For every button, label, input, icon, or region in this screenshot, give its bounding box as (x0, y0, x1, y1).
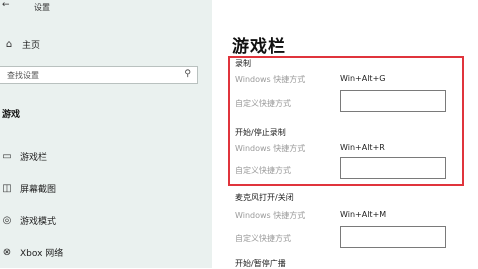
sidebar-item-game-mode[interactable]: ◎ 游戏模式 (0, 214, 56, 227)
windows-shortcut-label: Windows 快捷方式 (235, 211, 306, 220)
group-title-broadcast: 开始/暂停广播 (235, 259, 286, 268)
sidebar-section-heading: 游戏 (2, 110, 21, 120)
window-title: 设置 (34, 3, 50, 12)
search-icon[interactable]: ⚲ (184, 69, 191, 79)
sidebar-item-game-bar[interactable]: ▭ 游戏栏 (0, 150, 47, 163)
search-input[interactable]: 查找设置 ⚲ (0, 66, 198, 84)
game-mode-icon: ◎ (2, 215, 12, 226)
game-bar-icon: ▭ (2, 151, 12, 162)
custom-shortcut-label: 自定义快捷方式 (235, 166, 291, 175)
sidebar-item-label: 游戏栏 (20, 153, 48, 163)
custom-shortcut-label: 自定义快捷方式 (235, 99, 291, 108)
capture-icon: ◫ (2, 183, 12, 194)
sidebar: ← 设置 ⌂ 主页 查找设置 ⚲ 游戏 ▭ 游戏栏 ◫ 屏幕截图 ◎ 游戏模式 … (0, 0, 212, 268)
sidebar-item-xbox-network[interactable]: ⊗ Xbox 网络 (0, 246, 64, 259)
windows-shortcut-label: Windows 快捷方式 (235, 75, 306, 84)
windows-shortcut-value: Win+Alt+G (340, 74, 386, 83)
sidebar-item-label: 游戏模式 (20, 217, 57, 227)
sidebar-item-label: 主页 (22, 41, 41, 51)
custom-shortcut-field-microphone[interactable] (340, 226, 446, 248)
custom-shortcut-field-record[interactable] (340, 90, 446, 112)
sidebar-item-captures[interactable]: ◫ 屏幕截图 (0, 182, 56, 195)
sidebar-item-label: 屏幕截图 (20, 185, 57, 195)
page-title: 游戏栏 (232, 37, 286, 57)
windows-shortcut-label: Windows 快捷方式 (235, 144, 306, 153)
back-arrow-icon[interactable]: ← (2, 0, 10, 10)
sidebar-item-label: Xbox 网络 (20, 249, 64, 259)
group-title-start-stop-recording: 开始/停止录制 (235, 128, 286, 137)
custom-shortcut-label: 自定义快捷方式 (235, 234, 291, 243)
custom-shortcut-field-start-stop[interactable] (340, 157, 446, 179)
xbox-icon: ⊗ (2, 247, 12, 258)
group-title-record: 录制 (235, 59, 251, 68)
home-icon: ⌂ (5, 39, 13, 50)
sidebar-item-home[interactable]: ⌂ 主页 (2, 38, 40, 51)
search-placeholder: 查找设置 (7, 70, 39, 80)
group-title-microphone: 麦克风打开/关闭 (235, 193, 294, 202)
windows-shortcut-value: Win+Alt+M (340, 210, 387, 219)
windows-shortcut-value: Win+Alt+R (340, 143, 385, 152)
